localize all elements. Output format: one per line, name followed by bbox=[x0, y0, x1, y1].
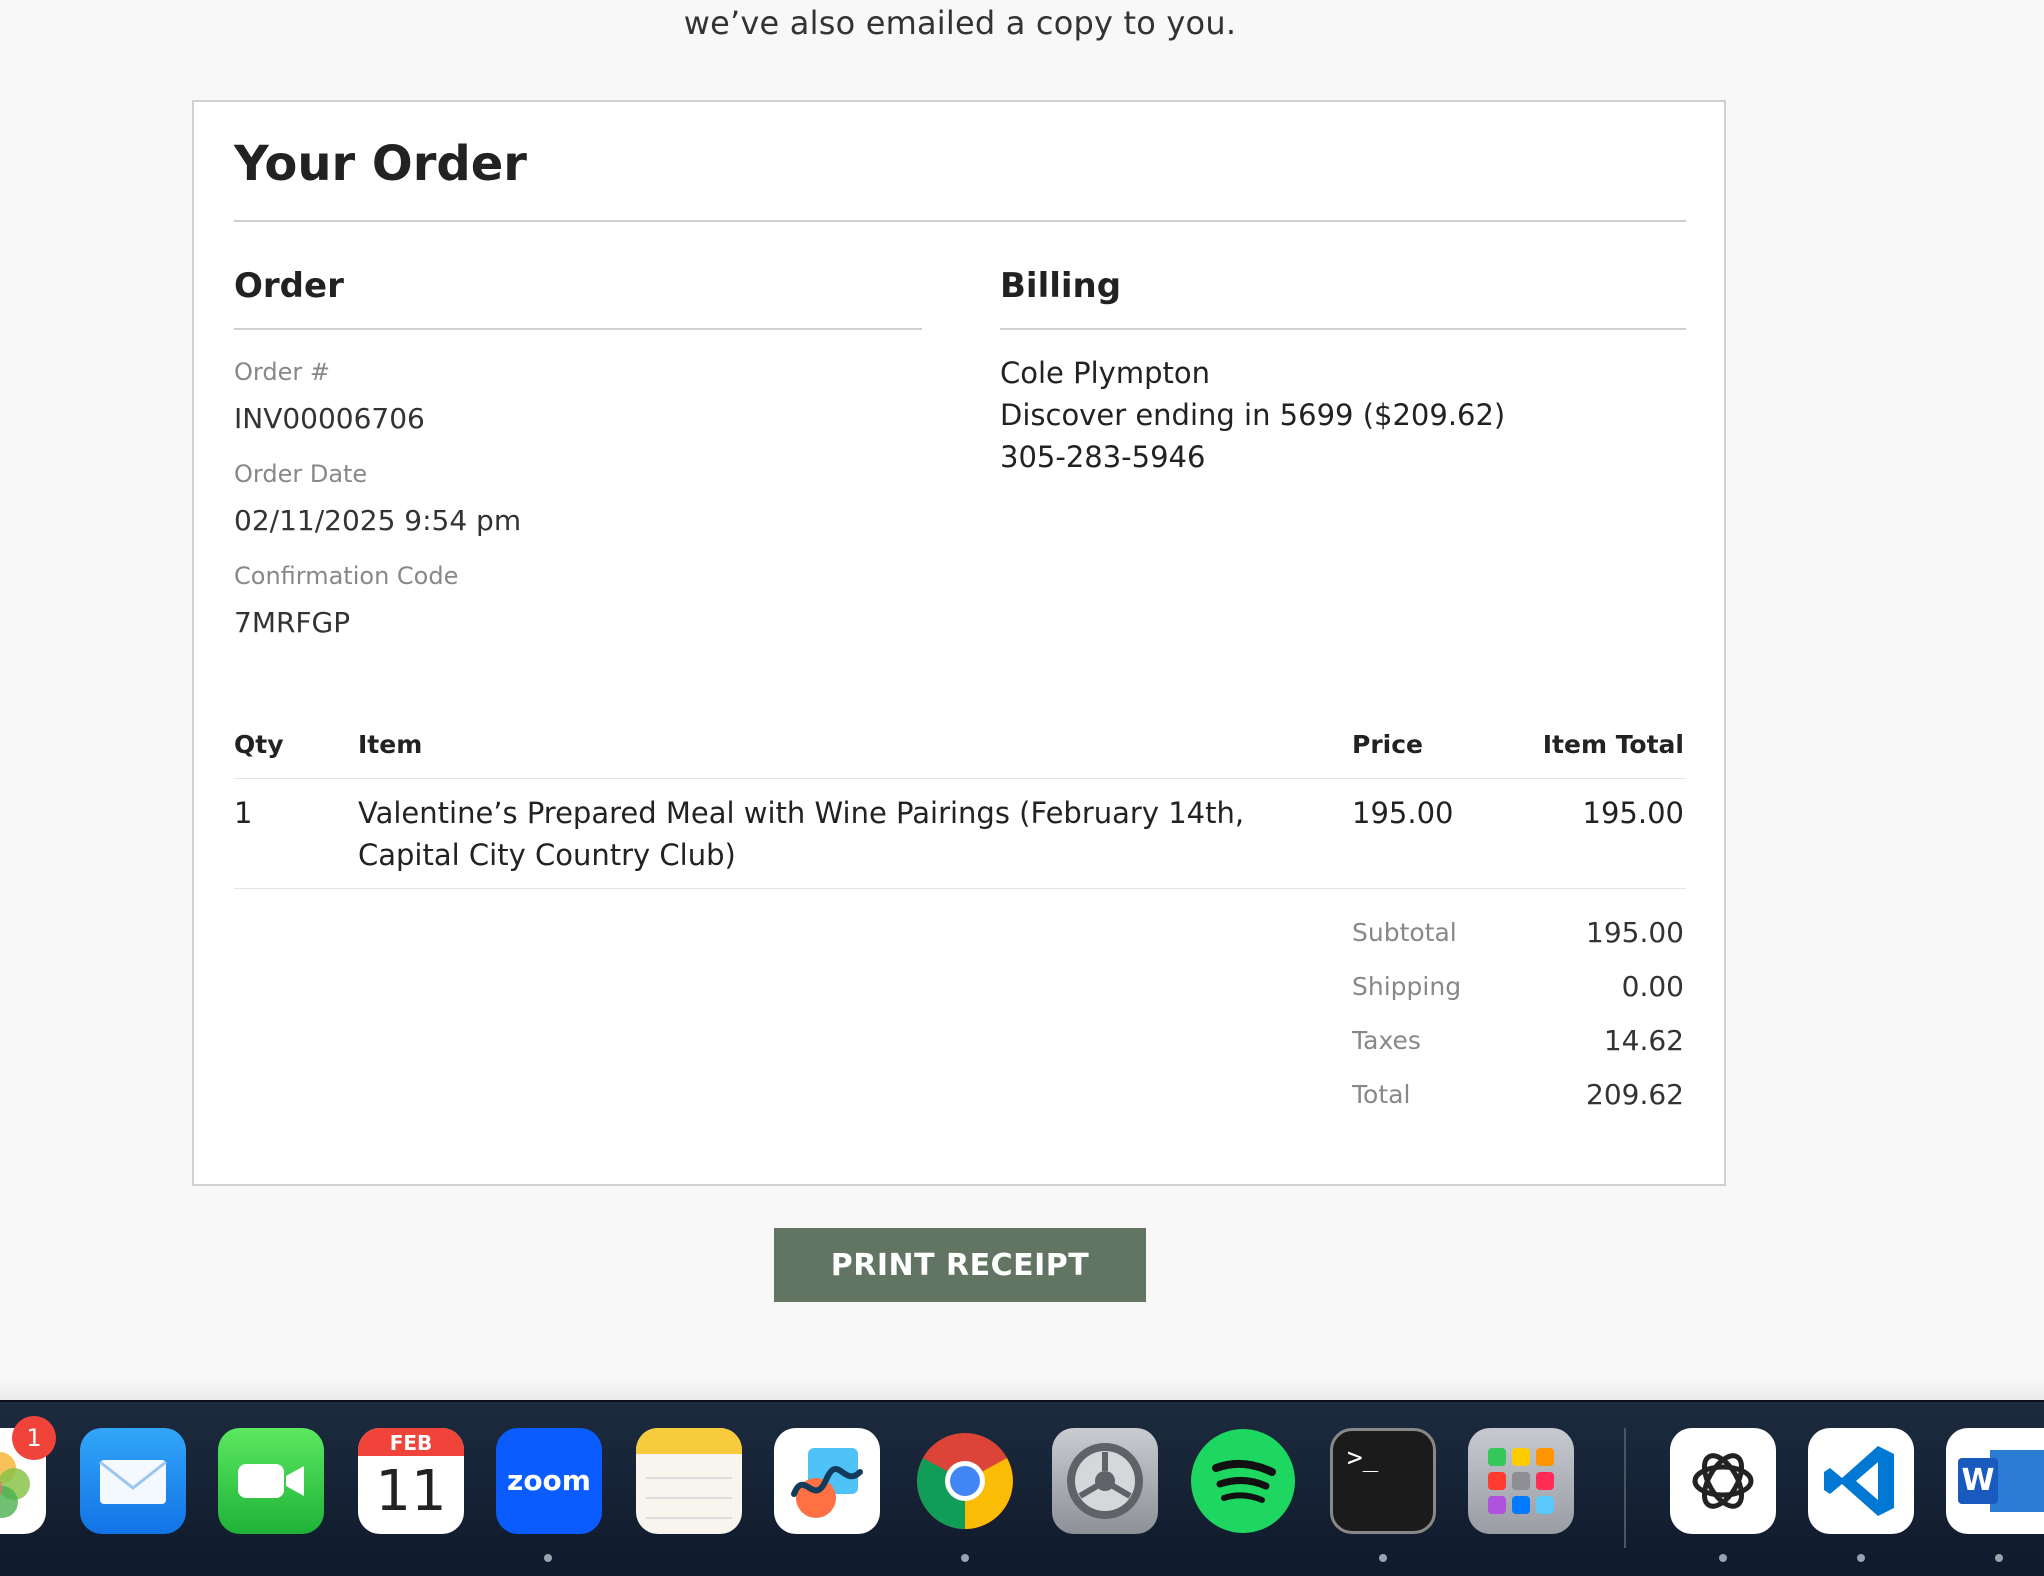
dock-shadow bbox=[0, 1380, 2044, 1402]
shipping-value: 0.00 bbox=[1621, 970, 1684, 1003]
system-settings-icon[interactable] bbox=[1052, 1428, 1158, 1534]
table-header-divider bbox=[234, 778, 1686, 779]
row-item: Valentine’s Prepared Meal with Wine Pair… bbox=[358, 792, 1298, 876]
terminal-prompt: >_ bbox=[1347, 1443, 1379, 1473]
vscode-running-dot bbox=[1857, 1554, 1865, 1562]
print-receipt-button[interactable]: PRINT RECEIPT bbox=[774, 1228, 1146, 1302]
qty-header: Qty bbox=[234, 730, 284, 759]
row-item-total: 195.00 bbox=[1582, 796, 1684, 830]
spotify-icon[interactable] bbox=[1190, 1428, 1296, 1534]
dock-separator bbox=[1624, 1428, 1626, 1548]
calendar-day: 11 bbox=[375, 1459, 447, 1524]
total-label: Total bbox=[1352, 1080, 1411, 1109]
item-total-header: Item Total bbox=[1542, 730, 1684, 759]
order-card: Your Order Order Order # INV00006706 Ord… bbox=[192, 100, 1726, 1186]
order-card-title: Your Order bbox=[234, 136, 527, 192]
confirmation-message: we’ve also emailed a copy to you. bbox=[683, 4, 1237, 42]
subtotal-value: 195.00 bbox=[1586, 916, 1684, 949]
vscode-icon[interactable] bbox=[1808, 1428, 1914, 1534]
dock: 1 FEB 11 zoom >_ W bbox=[0, 1400, 2044, 1576]
chatgpt-icon[interactable] bbox=[1670, 1428, 1776, 1534]
title-divider bbox=[234, 220, 1686, 222]
zoom-running-dot bbox=[544, 1554, 552, 1562]
subtotal-label: Subtotal bbox=[1352, 918, 1457, 947]
item-header: Item bbox=[358, 730, 423, 759]
zoom-label: zoom bbox=[507, 1464, 591, 1497]
order-number: INV00006706 bbox=[234, 402, 425, 435]
zoom-icon[interactable]: zoom bbox=[496, 1428, 602, 1534]
billing-heading: Billing bbox=[1000, 266, 1122, 306]
billing-details: Cole Plympton Discover ending in 5699 ($… bbox=[1000, 352, 1505, 478]
taxes-value: 14.62 bbox=[1603, 1024, 1684, 1057]
word-running-dot bbox=[1995, 1554, 2003, 1562]
chrome-running-dot bbox=[961, 1554, 969, 1562]
shipping-label: Shipping bbox=[1352, 972, 1462, 1001]
order-heading: Order bbox=[234, 266, 344, 306]
row-price: 195.00 bbox=[1352, 796, 1454, 830]
word-icon[interactable]: W bbox=[1946, 1428, 2044, 1534]
order-date-label: Order Date bbox=[234, 460, 368, 488]
launchpad-icon[interactable] bbox=[1468, 1428, 1574, 1534]
calendar-icon[interactable]: FEB 11 bbox=[358, 1428, 464, 1534]
billing-phone: 305-283-5946 bbox=[1000, 440, 1206, 474]
chrome-icon[interactable] bbox=[912, 1428, 1018, 1534]
mail-icon[interactable] bbox=[80, 1428, 186, 1534]
price-header: Price bbox=[1352, 730, 1423, 759]
billing-payment: Discover ending in 5699 ($209.62) bbox=[1000, 398, 1506, 432]
total-value: 209.62 bbox=[1586, 1078, 1684, 1111]
terminal-running-dot bbox=[1379, 1554, 1387, 1562]
facetime-icon[interactable] bbox=[218, 1428, 324, 1534]
order-number-label: Order # bbox=[234, 358, 330, 386]
confirmation-code-label: Confirmation Code bbox=[234, 562, 459, 590]
order-date: 02/11/2025 9:54 pm bbox=[234, 504, 522, 537]
billing-name: Cole Plympton bbox=[1000, 356, 1210, 390]
photos-badge: 1 bbox=[12, 1416, 56, 1460]
table-row-divider bbox=[234, 888, 1686, 889]
chatgpt-running-dot bbox=[1719, 1554, 1727, 1562]
taxes-label: Taxes bbox=[1352, 1026, 1421, 1055]
billing-divider bbox=[1000, 328, 1686, 330]
row-qty: 1 bbox=[234, 796, 253, 830]
order-divider bbox=[234, 328, 922, 330]
confirmation-code: 7MRFGP bbox=[234, 606, 351, 639]
row-item-line2: Capital City Country Club) bbox=[358, 838, 736, 872]
terminal-icon[interactable]: >_ bbox=[1330, 1428, 1436, 1534]
calendar-month: FEB bbox=[358, 1428, 464, 1456]
freeform-icon[interactable] bbox=[774, 1428, 880, 1534]
word-letter: W bbox=[1958, 1458, 1998, 1504]
row-item-line1: Valentine’s Prepared Meal with Wine Pair… bbox=[358, 796, 1245, 830]
notes-icon[interactable] bbox=[636, 1428, 742, 1534]
